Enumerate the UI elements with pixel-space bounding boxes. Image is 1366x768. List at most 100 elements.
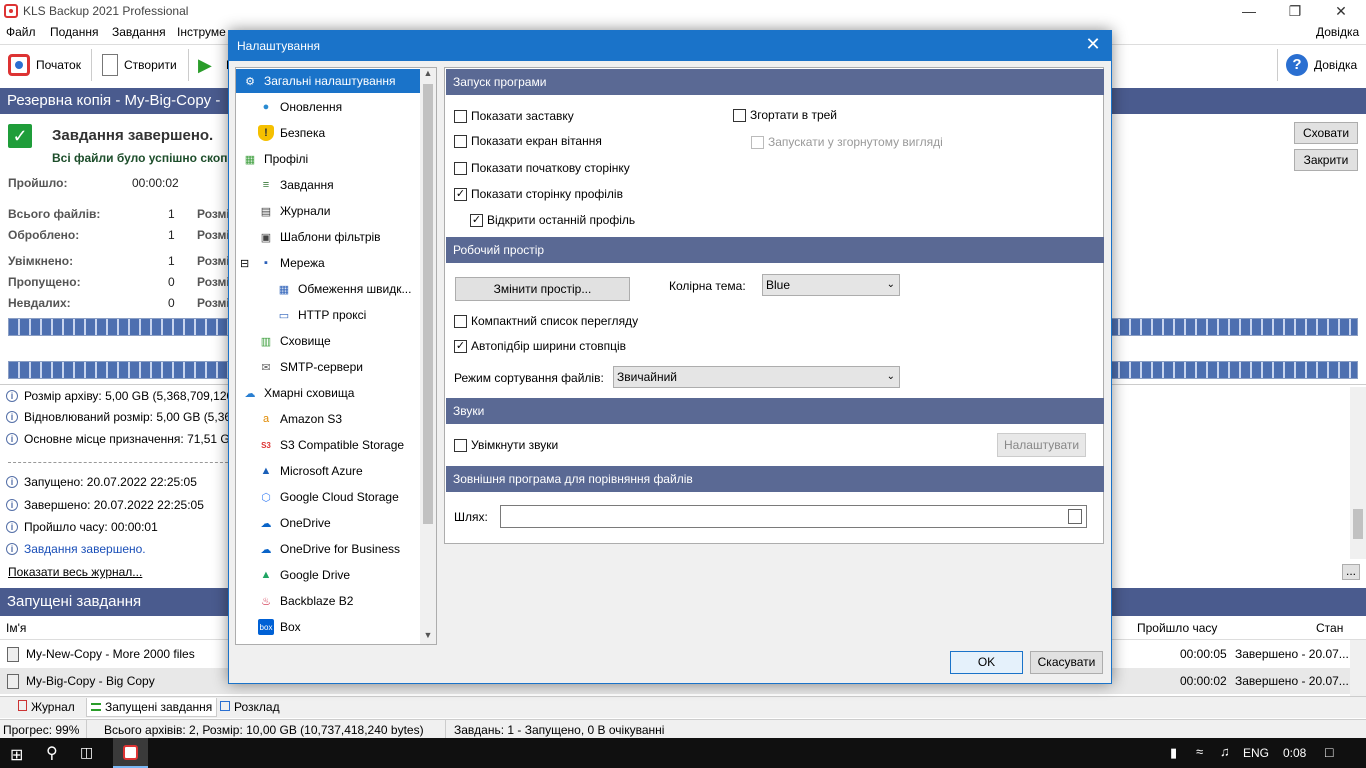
success-check-icon: ✓ [8,124,32,148]
cancel-button[interactable]: Скасувати [1030,651,1103,674]
menu-help[interactable]: Довідка [1316,25,1359,39]
tree-item-11[interactable]: ▥ Сховище [236,329,331,353]
wifi-icon[interactable]: ≈ [1196,744,1203,759]
close-button[interactable]: Закрити [1294,149,1358,171]
tree-item-15[interactable]: S3 S3 Compatible Storage [236,433,404,457]
tree-item-9[interactable]: ▦ Обмеження швидк... [236,277,412,301]
hide-button[interactable]: Сховати [1294,122,1358,144]
theme-select[interactable]: Blue ⌄ [762,274,900,296]
task-view-icon[interactable]: ◫ [80,744,93,761]
menu-tasks[interactable]: Завдання [112,25,166,39]
scroll-up-icon[interactable]: ▲ [420,68,436,82]
tree-item-5[interactable]: ≡ Завдання [236,173,334,197]
info-icon: i [6,476,18,488]
sort-mode-select[interactable]: Звичайний ⌄ [613,366,900,388]
scroll-down-icon[interactable]: ▼ [420,630,436,644]
help-button[interactable]: ? Довідка [1280,49,1363,81]
separator [1277,49,1278,81]
minimize-icon[interactable]: — [1226,0,1272,22]
log-scrollbar[interactable] [1350,387,1366,559]
new-document-icon [102,54,118,76]
tree-item-21[interactable]: ♨ Backblaze B2 [236,589,353,613]
status-subtitle: Всі файли було успішно скопій [52,151,239,165]
show-start-page-checkbox[interactable]: Показати початкову сторінку [454,161,630,175]
notifications-icon[interactable]: □ [1325,744,1333,760]
enable-sounds-checkbox[interactable]: Увімкнути звуки [454,438,558,452]
info-icon: i [6,543,18,555]
tree-item-3[interactable]: ! Безпека [236,121,325,145]
show-splash-checkbox[interactable]: Показати заставку [454,109,574,123]
proxy-icon: ▭ [278,309,290,322]
windows-start-icon[interactable]: ⊞ [10,745,23,765]
browse-file-icon[interactable] [1068,509,1082,524]
minimize-to-tray-checkbox[interactable]: Згортати в трей [733,108,837,122]
tree-item-label: Завдання [280,178,334,192]
dialog-close-icon[interactable]: ✕ [1081,34,1105,55]
compact-list-checkbox[interactable]: Компактний список перегляду [454,314,638,328]
storage-icon: ▥ [260,335,272,348]
tree-scrollbar-thumb[interactable] [423,84,433,524]
create-button[interactable]: Створити [96,49,183,81]
clock[interactable]: 0:08 [1283,746,1306,760]
show-all-log-link[interactable]: Показати весь журнал... [8,565,142,579]
taskbar: ⊞ ⚲ ◫ ▮ ≈ ♫ ENG 0:08 □ [0,738,1366,768]
volume-icon[interactable]: ♫ [1220,744,1230,759]
theme-label: Колірна тема: [669,279,746,293]
col-elapsed[interactable]: Пройшло часу [1137,621,1217,635]
elapsed-value: 00:00:02 [132,176,179,190]
battery-icon[interactable]: ▮ [1170,745,1177,761]
tree-item-label: Amazon S3 [280,412,343,426]
tree-item-label: Хмарні сховища [264,386,355,400]
tasks-scrollbar[interactable] [1350,640,1366,696]
tab-running[interactable]: Запущені завдання [86,698,218,717]
tree-item-17[interactable]: ⬡ Google Cloud Storage [236,485,399,509]
ok-button[interactable]: OK [950,651,1023,674]
tree-item-22[interactable]: box Box [236,615,301,639]
info-icon: i [6,499,18,511]
compare-path-input[interactable] [500,505,1087,528]
tree-item-20[interactable]: ▲ Google Drive [236,563,350,587]
menu-view[interactable]: Подання [50,25,98,39]
sound-settings-button[interactable]: Налаштувати [997,433,1086,457]
tree-item-19[interactable]: ☁ OneDrive for Business [236,537,401,561]
log-scrollbar-thumb[interactable] [1353,509,1363,539]
start-minimized-checkbox[interactable]: Запускати у згорнутому вигляді [751,135,943,149]
log-text: Основне місце призначення: 71,51 GI [24,432,234,446]
log-more-button[interactable]: ... [1342,564,1360,580]
language-indicator[interactable]: ENG [1243,746,1269,760]
tree-scrollbar[interactable]: ▲ ▼ [420,68,436,644]
collapse-icon[interactable]: ⊟ [240,257,249,270]
tab-log[interactable]: Журнал [18,700,75,714]
autofit-columns-checkbox[interactable]: ✓ Автопідбір ширини стовпців [454,339,626,353]
tree-item-2[interactable]: ● Оновлення [236,95,343,119]
tree-item-6[interactable]: ▤ Журнали [236,199,331,223]
tree-item-18[interactable]: ☁ OneDrive [236,511,331,535]
tree-item-12[interactable]: ✉ SMTP-сервери [236,355,363,379]
tree-item-7[interactable]: ▣ Шаблони фільтрів [236,225,381,249]
col-name[interactable]: Ім'я [6,621,26,635]
taskbar-app-kls[interactable] [113,738,148,768]
col-state[interactable]: Стан [1316,621,1343,635]
log-row: i Пройшло часу: 00:00:01 [6,516,158,538]
close-icon[interactable]: ✕ [1318,0,1364,22]
menu-file[interactable]: Файл [6,25,36,39]
tree-item-16[interactable]: ▲ Microsoft Azure [236,459,363,483]
show-profiles-page-checkbox[interactable]: ✓ Показати сторінку профілів [454,187,623,201]
search-icon[interactable]: ⚲ [46,743,58,763]
tree-item-1[interactable]: ⚙ Загальні налаштування [236,69,420,93]
tree-item-14[interactable]: a Amazon S3 [236,407,342,431]
tree-item-8[interactable]: ⊟ ▪ Мережа [236,251,325,275]
tab-schedule[interactable]: Розклад [220,700,280,714]
tree-item-4[interactable]: ▦ Профілі [236,147,308,171]
show-welcome-checkbox[interactable]: Показати екран вітання [454,134,602,148]
maximize-icon[interactable]: ❐ [1272,0,1318,22]
open-last-profile-checkbox[interactable]: ✓ Відкрити останній профіль [470,213,635,227]
change-workspace-button[interactable]: Змінити простір... [455,277,630,301]
home-button[interactable]: Початок [2,49,87,81]
menu-tools[interactable]: Інструме [177,25,226,39]
log-row: i Основне місце призначення: 71,51 GI [6,428,233,450]
tree-item-13[interactable]: ☁ Хмарні сховища [236,381,355,405]
tree-item-10[interactable]: ▭ HTTP проксі [236,303,367,327]
enabled-value: 1 [168,254,175,268]
bottom-tabs: Журнал Запущені завдання Розклад [0,696,1366,718]
